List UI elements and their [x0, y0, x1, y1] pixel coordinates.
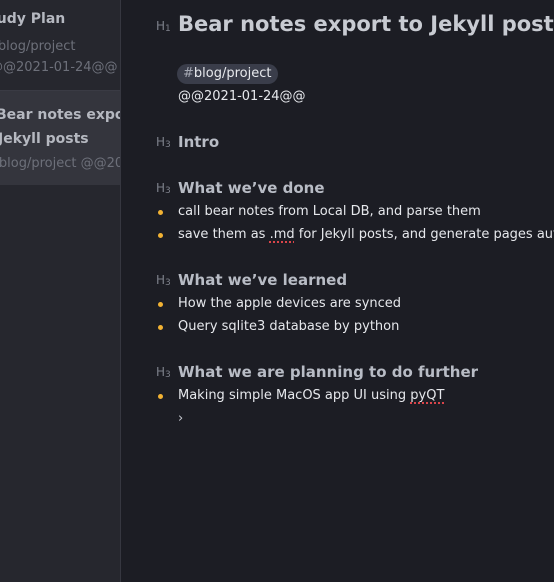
misspelled-word[interactable]: pyQT	[410, 388, 444, 403]
heading-3-marker: H3	[156, 273, 171, 288]
list-item[interactable]: call bear notes from Local DB, and parse…	[178, 203, 481, 221]
list-bullet	[158, 394, 163, 399]
list-item[interactable]: save them as .md for Jekyll posts, and g…	[178, 226, 554, 244]
heading-3-marker: H3	[156, 181, 171, 196]
heading-what-weve-done[interactable]: What we’ve done	[178, 178, 325, 198]
note-title-line-2: Jekyll posts	[0, 131, 89, 147]
note-snippet-date: @@2021-01-24@@ Fi…	[0, 60, 120, 75]
tag-label: blog/project	[193, 66, 272, 81]
heading-3-marker: H3	[156, 135, 171, 150]
list-item[interactable]: Query sqlite3 database by python	[178, 318, 399, 336]
chevron-right-icon: ›	[178, 411, 184, 426]
list-bullet	[158, 233, 163, 238]
note-card-bear-notes-export[interactable]: Bear notes export to Jekyll posts #blog/…	[0, 91, 120, 185]
list-bullet	[158, 210, 163, 215]
heading-what-weve-learned[interactable]: What we’ve learned	[178, 270, 347, 290]
note-title-line-1: Bear notes export to	[0, 107, 120, 123]
note-heading-1[interactable]: Bear notes export to Jekyll posts	[178, 10, 554, 38]
note-card-study-plan[interactable]: Study Plan #blog/project @@2021-01-24@@ …	[0, 0, 120, 90]
list-item[interactable]: Making simple MacOS app UI using pyQT	[178, 387, 444, 405]
tag-hash: #	[183, 66, 194, 81]
note-title: Study Plan	[0, 11, 66, 27]
heading-intro[interactable]: Intro	[178, 132, 219, 152]
notes-list-pane: Study Plan #blog/project @@2021-01-24@@ …	[0, 0, 121, 582]
heading-1-marker: H1	[156, 19, 171, 34]
list-bullet	[158, 325, 163, 330]
heading-3-marker: H3	[156, 365, 171, 380]
list-bullet	[158, 302, 163, 307]
note-editor[interactable]: H1 Bear notes export to Jekyll posts #bl…	[121, 0, 554, 582]
note-snippet-tag: #blog/project	[0, 39, 76, 54]
note-snippet: #blog/project @@20…	[0, 156, 120, 171]
heading-planning-further[interactable]: What we are planning to do further	[178, 362, 478, 382]
date-marker[interactable]: @@2021-01-24@@	[178, 88, 306, 106]
misspelled-word[interactable]: .md	[270, 227, 295, 242]
tag-chip[interactable]: #blog/project	[177, 64, 279, 84]
list-item[interactable]: How the apple devices are synced	[178, 295, 401, 313]
